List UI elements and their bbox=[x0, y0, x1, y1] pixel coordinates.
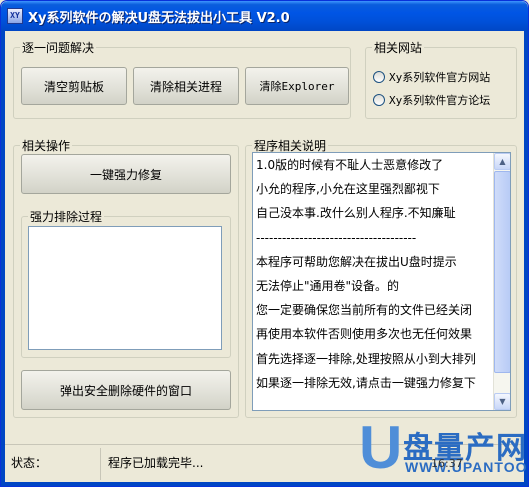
official-site-option[interactable]: Xy系列软件官方网站 bbox=[373, 69, 490, 85]
stepwise-legend: 逐一问题解决 bbox=[22, 41, 95, 55]
scroll-thumb[interactable] bbox=[494, 171, 510, 373]
window-frame-left bbox=[1, 31, 5, 486]
status-clock: 16:37 bbox=[431, 457, 463, 470]
process-legend: 强力排除过程 bbox=[30, 210, 103, 224]
description-scrollbar[interactable]: ▲ ▼ bbox=[493, 153, 510, 410]
scroll-up-icon[interactable]: ▲ bbox=[494, 153, 510, 170]
clear-explorer-button[interactable]: 清除Explorer bbox=[245, 67, 349, 105]
sites-legend: 相关网站 bbox=[374, 41, 423, 55]
radio-icon[interactable] bbox=[373, 71, 385, 83]
description-line: 自己没本事.改什么别人程序.不知廉耻 bbox=[256, 206, 456, 221]
watermark-u-letter: U bbox=[359, 414, 403, 481]
operations-legend: 相关操作 bbox=[22, 139, 71, 153]
status-label: 状态： bbox=[5, 448, 101, 480]
official-forum-option[interactable]: Xy系列软件官方论坛 bbox=[373, 92, 490, 108]
title-bar[interactable]: XY Xy系列软件の解决U盘无法拔出小工具 V2.0 bbox=[1, 1, 528, 31]
force-repair-button[interactable]: 一键强力修复 bbox=[21, 154, 231, 194]
scroll-down-icon[interactable]: ▼ bbox=[494, 393, 510, 410]
description-line: 首先选择逐一排除,处理按照从小到大排列 bbox=[256, 351, 476, 366]
main-window: XY Xy系列软件の解决U盘无法拔出小工具 V2.0 逐一问题解决 清空剪贴板 … bbox=[0, 0, 529, 487]
description-line: 无法停止"通用卷"设备。的 bbox=[256, 278, 400, 293]
window-title: Xy系列软件の解决U盘无法拔出小工具 V2.0 bbox=[28, 11, 290, 26]
description-line: 再使用本软件否则使用多次也无任何效果 bbox=[256, 327, 473, 342]
description-line: 小允的程序,小允在这里强烈鄙视下 bbox=[256, 182, 440, 197]
app-icon: XY bbox=[7, 8, 23, 24]
watermark-url: WWW.UPANTOOL.COM bbox=[405, 459, 528, 475]
description-textbox[interactable]: 1.0版的时候有不耻人士恶意修改了 小允的程序,小允在这里强烈鄙视下自己没本事.改… bbox=[252, 152, 511, 411]
site-watermark: U 盘量产网 WWW.UPANTOOL.COM bbox=[359, 414, 528, 486]
description-line: 1.0版的时候有不耻人士恶意修改了 bbox=[256, 158, 444, 172]
description-line: 本程序可帮助您解决在拔出U盘时提示 bbox=[256, 254, 457, 269]
eject-hardware-button[interactable]: 弹出安全删除硬件的窗口 bbox=[21, 370, 231, 410]
clear-processes-button[interactable]: 清除相关进程 bbox=[133, 67, 239, 105]
description-lines: 1.0版的时候有不耻人士恶意修改了 小允的程序,小允在这里强烈鄙视下自己没本事.改… bbox=[256, 155, 490, 397]
radio-icon[interactable] bbox=[373, 94, 385, 106]
process-log-list[interactable] bbox=[28, 226, 222, 350]
description-line: ------------------------------------- bbox=[256, 230, 417, 245]
description-line: 如果逐一排除无效,请点击一键强力修复下 bbox=[256, 375, 476, 390]
description-line: 您一定要确保您当前所有的文件已经关闭 bbox=[256, 303, 473, 318]
official-forum-label: Xy系列软件官方论坛 bbox=[389, 94, 491, 107]
clear-clipboard-button[interactable]: 清空剪贴板 bbox=[21, 67, 127, 105]
status-message: 程序已加载完毕... bbox=[108, 456, 204, 470]
official-site-label: Xy系列软件官方网站 bbox=[389, 71, 491, 84]
